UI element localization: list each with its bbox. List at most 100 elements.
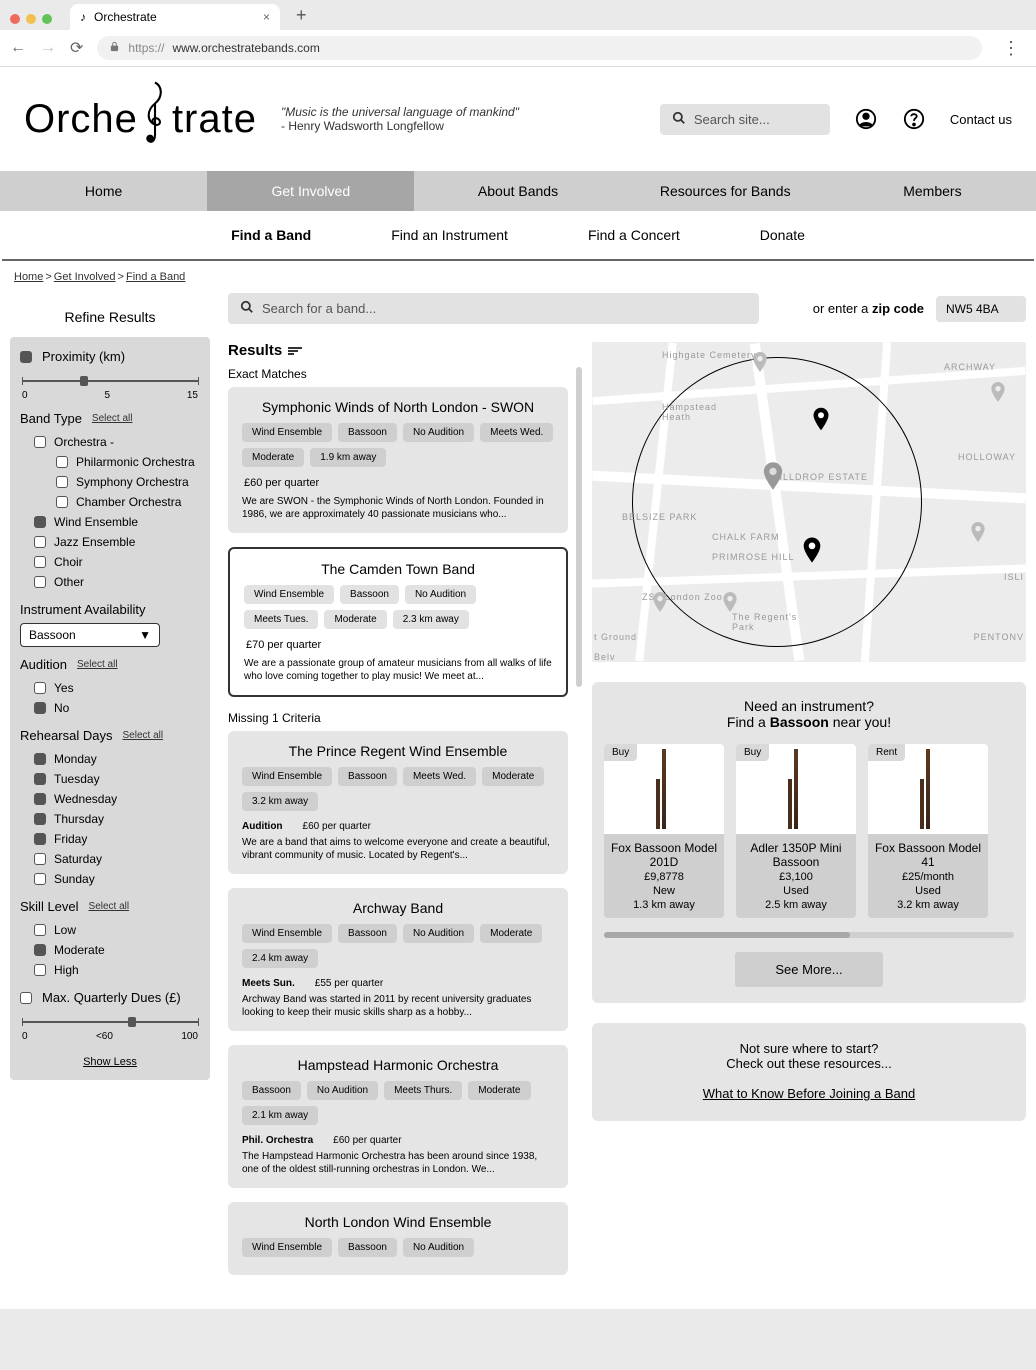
sort-icon[interactable] [288, 347, 302, 355]
checkbox-proximity[interactable] [20, 351, 32, 363]
crumb-home[interactable]: Home [14, 271, 43, 283]
band-card[interactable]: North London Wind EnsembleWind EnsembleB… [228, 1202, 568, 1275]
checkbox[interactable] [34, 536, 46, 548]
close-icon[interactable]: × [263, 10, 270, 24]
browser-tab[interactable]: ♪ Orchestrate × [70, 4, 280, 30]
crumb-get-involved[interactable]: Get Involved [54, 271, 116, 283]
checkbox[interactable] [34, 853, 46, 865]
nav-resources-for-bands[interactable]: Resources for Bands [622, 171, 829, 211]
checkbox[interactable] [34, 944, 46, 956]
nav-members[interactable]: Members [829, 171, 1036, 211]
new-tab-button[interactable]: + [288, 5, 315, 30]
checkbox[interactable] [34, 833, 46, 845]
browser-menu-icon[interactable]: ⋮ [996, 38, 1026, 59]
dues-slider[interactable] [22, 1015, 198, 1029]
see-more-button[interactable]: See More... [735, 952, 882, 987]
checkbox[interactable] [34, 773, 46, 785]
audition-label: Audition [20, 657, 67, 672]
skill-moderate[interactable]: Moderate [20, 940, 200, 960]
band-type-choir[interactable]: Choir [20, 552, 200, 572]
skill-low[interactable]: Low [20, 920, 200, 940]
checkbox[interactable] [56, 476, 68, 488]
band-card[interactable]: Hampstead Harmonic OrchestraBassoonNo Au… [228, 1045, 568, 1188]
checkbox[interactable] [34, 753, 46, 765]
forward-icon[interactable]: → [40, 39, 56, 57]
map-result-pin-icon[interactable] [802, 537, 822, 563]
band-card[interactable]: Archway BandWind EnsembleBassoonNo Audit… [228, 888, 568, 1031]
band-type-jazz-ensemble[interactable]: Jazz Ensemble [20, 532, 200, 552]
instrument-carousel[interactable]: BuyFox Bassoon Model 201D£9,8778New1.3 k… [604, 730, 1014, 926]
checkbox[interactable] [56, 456, 68, 468]
window-min-dot[interactable] [26, 14, 36, 24]
subnav-find-a-concert[interactable]: Find a Concert [588, 227, 680, 243]
checkbox[interactable] [34, 436, 46, 448]
select-all-audition[interactable]: Select all [77, 659, 118, 670]
contact-link[interactable]: Contact us [950, 112, 1012, 127]
results-scrollbar[interactable] [576, 367, 582, 687]
checkbox-dues[interactable] [20, 992, 32, 1004]
instrument-card[interactable]: BuyAdler 1350P Mini Bassoon£3,100Used2.5… [736, 744, 856, 918]
checkbox[interactable] [34, 793, 46, 805]
band-type-orchestra-[interactable]: Orchestra - [20, 432, 200, 452]
instrument-card[interactable]: RentFox Bassoon Model 41£25/monthUsed3.2… [868, 744, 988, 918]
back-icon[interactable]: ← [10, 39, 26, 57]
skill-high[interactable]: High [20, 960, 200, 980]
results-map[interactable]: Highgate Cemetery ARCHWAY Hampstead Heat… [592, 342, 1026, 662]
select-all-band-type[interactable]: Select all [92, 413, 133, 424]
rehearsal-thursday[interactable]: Thursday [20, 809, 200, 829]
nav-get-involved[interactable]: Get Involved [207, 171, 414, 211]
subnav-donate[interactable]: Donate [760, 227, 805, 243]
checkbox[interactable] [34, 682, 46, 694]
subnav-find-an-instrument[interactable]: Find an Instrument [391, 227, 508, 243]
crumb-find-band[interactable]: Find a Band [126, 271, 185, 283]
site-logo[interactable]: Orche trate [24, 79, 257, 159]
nav-home[interactable]: Home [0, 171, 207, 211]
rehearsal-monday[interactable]: Monday [20, 749, 200, 769]
account-icon[interactable] [854, 107, 878, 131]
instrument-card[interactable]: BuyFox Bassoon Model 201D£9,8778New1.3 k… [604, 744, 724, 918]
map-result-pin-icon[interactable] [812, 407, 830, 431]
rehearsal-saturday[interactable]: Saturday [20, 849, 200, 869]
rehearsal-wednesday[interactable]: Wednesday [20, 789, 200, 809]
window-close-dot[interactable] [10, 14, 20, 24]
band-card[interactable]: The Camden Town BandWind EnsembleBassoon… [228, 547, 568, 697]
band-search[interactable]: Search for a band... [228, 293, 759, 324]
window-max-dot[interactable] [42, 14, 52, 24]
band-card[interactable]: Symphonic Winds of North London - SWONWi… [228, 387, 568, 533]
instrument-scrollbar[interactable] [604, 932, 1014, 938]
band-card[interactable]: The Prince Regent Wind EnsembleWind Ense… [228, 731, 568, 874]
rehearsal-tuesday[interactable]: Tuesday [20, 769, 200, 789]
band-tag: No Audition [307, 1081, 378, 1100]
band-type-symphony-orchestra[interactable]: Symphony Orchestra [20, 472, 200, 492]
select-all-skill[interactable]: Select all [89, 901, 130, 912]
resource-link[interactable]: What to Know Before Joining a Band [703, 1086, 915, 1101]
rehearsal-friday[interactable]: Friday [20, 829, 200, 849]
audition-yes[interactable]: Yes [20, 678, 200, 698]
address-bar[interactable]: https://www.orchestratebands.com [97, 36, 982, 60]
band-type-wind-ensemble[interactable]: Wind Ensemble [20, 512, 200, 532]
checkbox[interactable] [34, 702, 46, 714]
site-search[interactable]: Search site... [660, 104, 830, 135]
checkbox[interactable] [34, 576, 46, 588]
checkbox[interactable] [34, 924, 46, 936]
nav-about-bands[interactable]: About Bands [414, 171, 621, 211]
subnav-find-a-band[interactable]: Find a Band [231, 227, 311, 243]
checkbox[interactable] [34, 813, 46, 825]
band-type-other[interactable]: Other [20, 572, 200, 592]
rehearsal-sunday[interactable]: Sunday [20, 869, 200, 889]
checkbox[interactable] [34, 556, 46, 568]
checkbox[interactable] [34, 964, 46, 976]
checkbox[interactable] [34, 516, 46, 528]
instrument-select[interactable]: Bassoon ▼ [20, 623, 160, 647]
reload-icon[interactable]: ⟳ [70, 38, 83, 58]
zip-input[interactable]: NW5 4BA [936, 296, 1026, 322]
proximity-slider[interactable] [22, 374, 198, 388]
band-type-chamber-orchestra[interactable]: Chamber Orchestra [20, 492, 200, 512]
checkbox[interactable] [34, 873, 46, 885]
audition-no[interactable]: No [20, 698, 200, 718]
checkbox[interactable] [56, 496, 68, 508]
help-icon[interactable] [902, 107, 926, 131]
show-less-link[interactable]: Show Less [20, 1042, 200, 1068]
select-all-rehearsal[interactable]: Select all [123, 730, 164, 741]
band-type-philarmonic-orchestra[interactable]: Philarmonic Orchestra [20, 452, 200, 472]
